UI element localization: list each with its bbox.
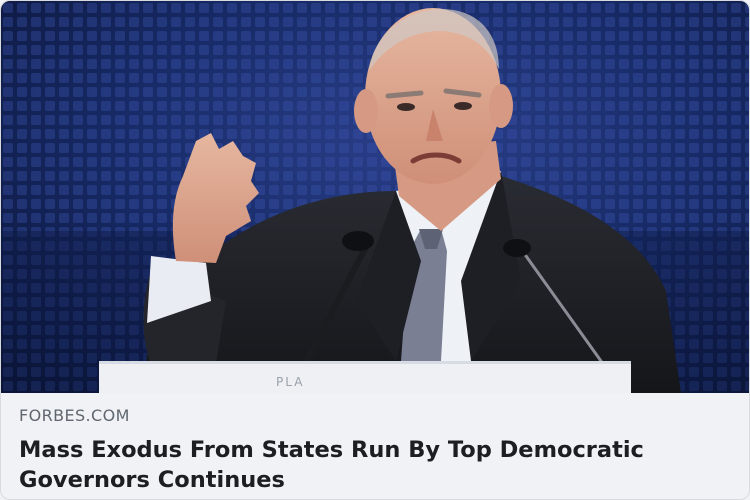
headline[interactable]: Mass Exodus From States Run By Top Democ… — [19, 435, 733, 495]
preview-footer[interactable]: FORBES.COM Mass Exodus From States Run B… — [1, 393, 749, 499]
preview-image[interactable]: PLA — [1, 1, 749, 393]
link-preview-card[interactable]: PLA FORBES.COM Mass Exodus From States R… — [0, 0, 750, 500]
podium-text: PLA — [276, 375, 304, 389]
speaker-photo-icon: PLA — [1, 1, 749, 393]
source-domain: FORBES.COM — [19, 406, 130, 425]
